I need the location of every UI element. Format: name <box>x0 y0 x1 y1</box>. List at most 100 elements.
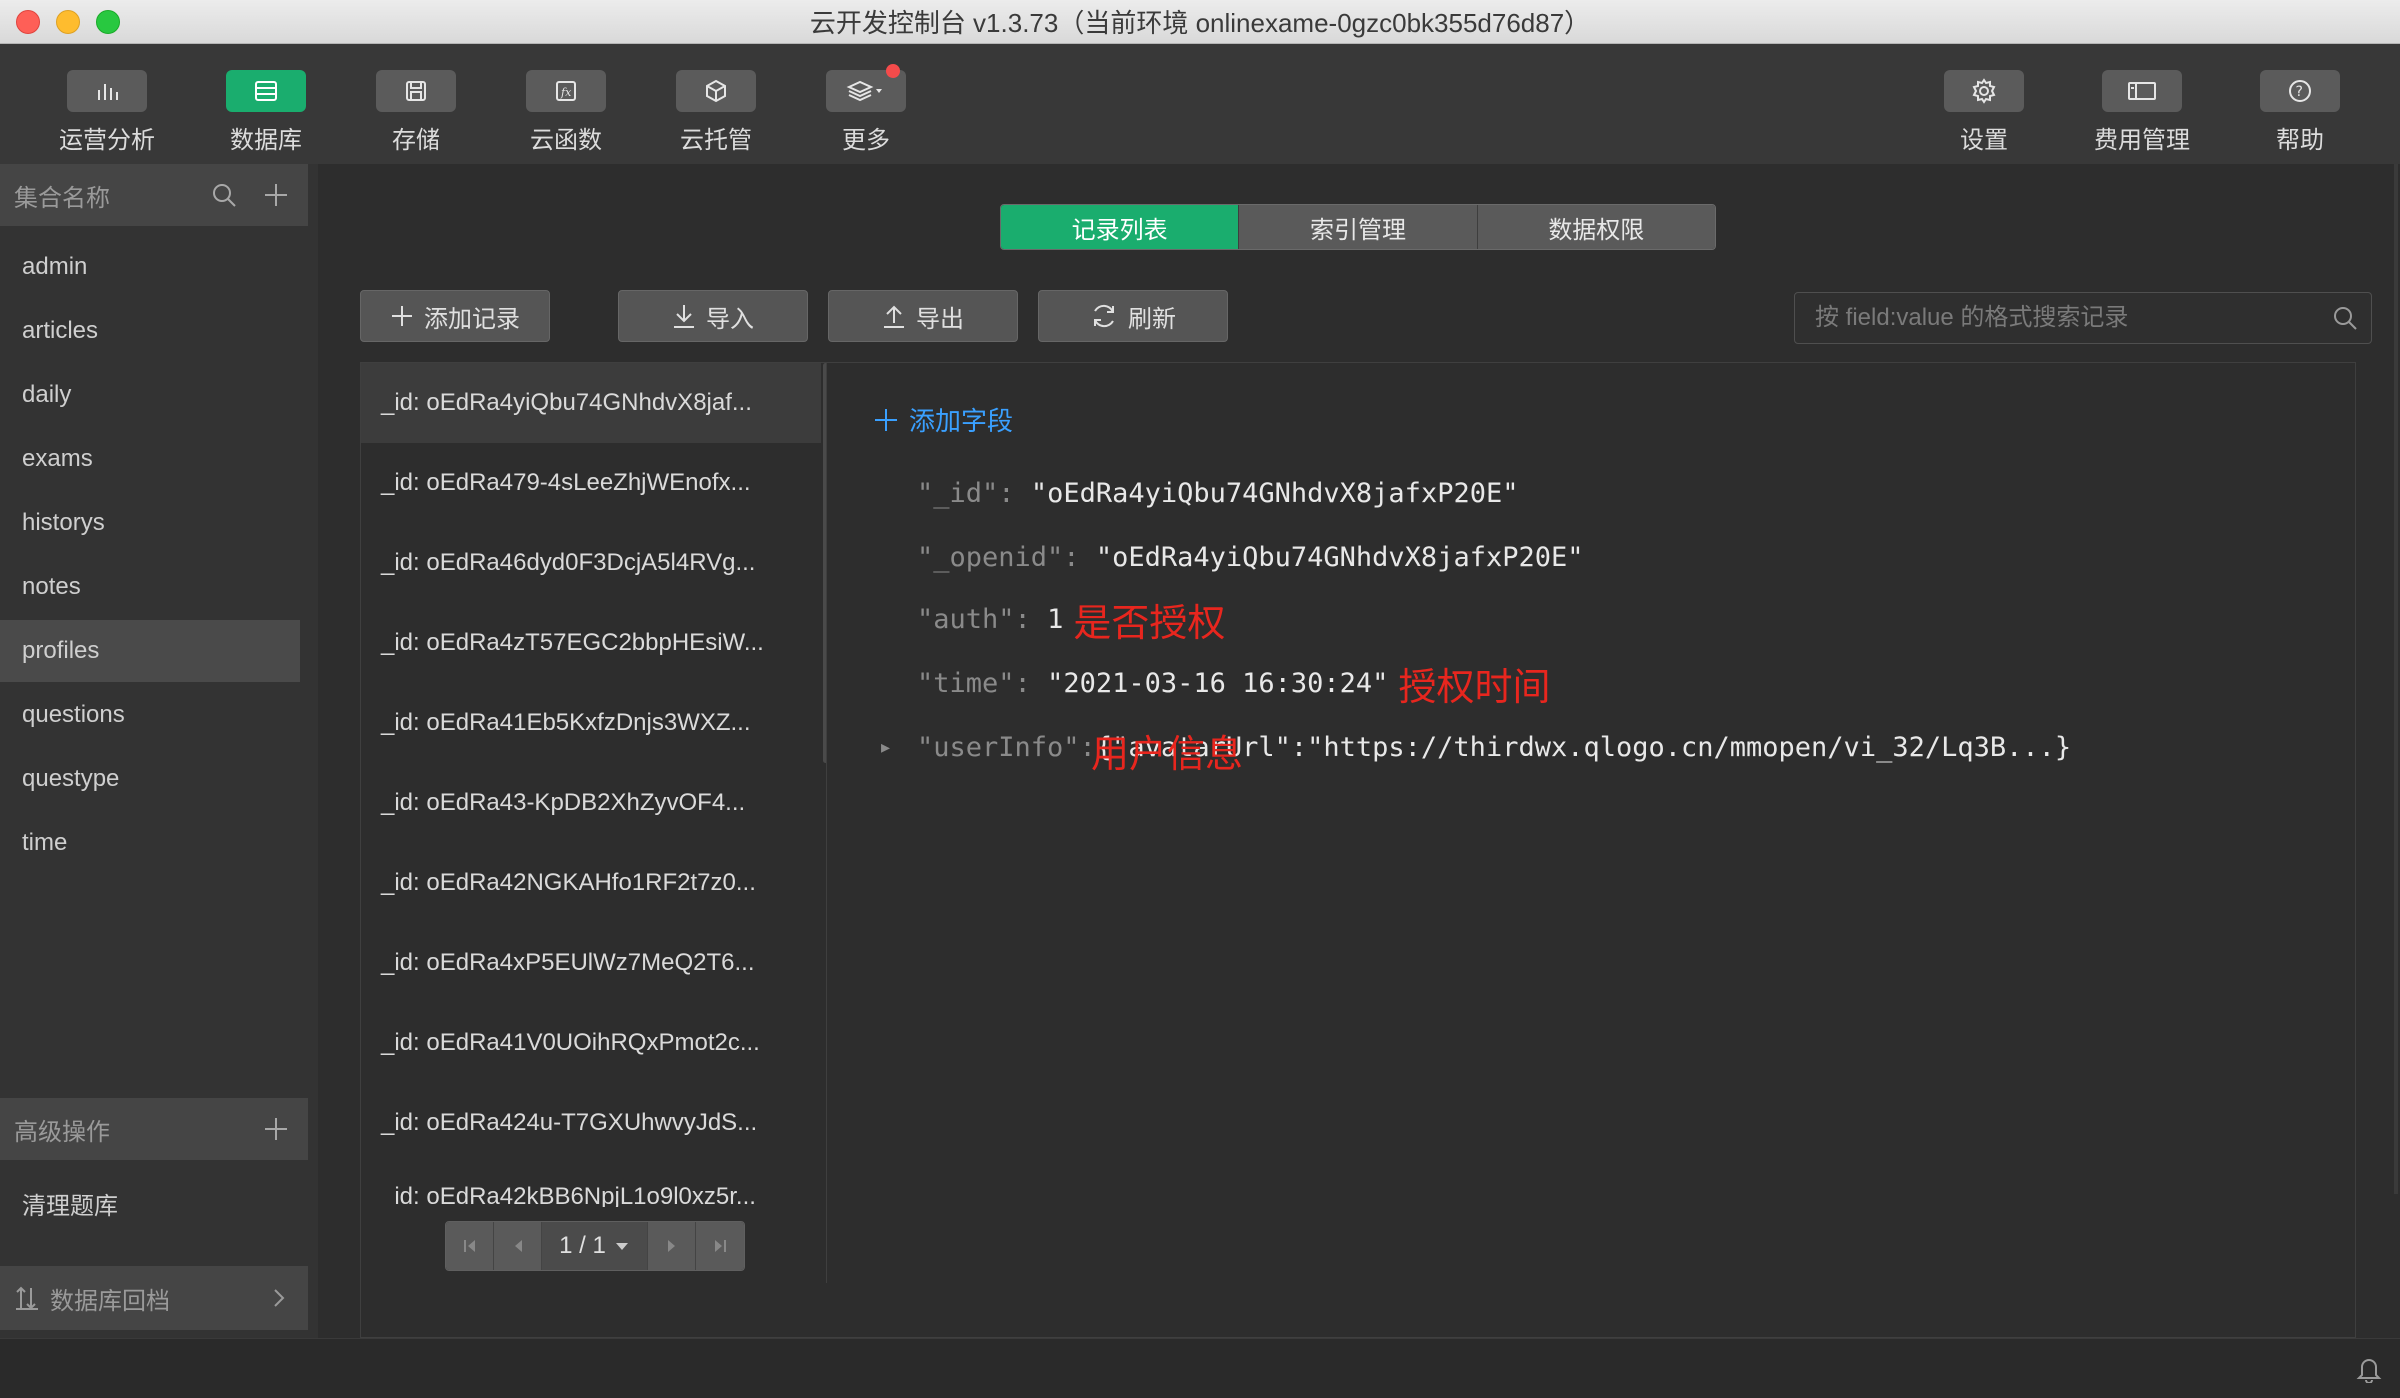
collection-item-questype[interactable]: questype <box>0 748 300 810</box>
last-page-button[interactable] <box>696 1222 744 1270</box>
collection-item-profiles[interactable]: profiles <box>0 620 300 682</box>
advanced-header: 高级操作 <box>0 1098 308 1160</box>
import-button[interactable]: 导入 <box>618 290 808 342</box>
main-scrollbar[interactable] <box>2394 164 2398 1194</box>
export-button[interactable]: 导出 <box>828 290 1018 342</box>
search-icon[interactable] <box>204 175 244 215</box>
collection-item-exams[interactable]: exams <box>0 428 300 490</box>
record-item[interactable]: _id: oEdRa424u-T7GXUhwvyJdS... <box>361 1083 821 1163</box>
collection-header: 集合名称 <box>0 164 308 226</box>
toolbar-label: 云函数 <box>530 127 602 154</box>
tab-data-permissions[interactable]: 数据权限 <box>1476 205 1715 249</box>
collection-item-historys[interactable]: historys <box>0 492 300 554</box>
add-record-button[interactable]: 添加记录 <box>360 290 550 342</box>
gear-icon <box>1944 70 2024 112</box>
collection-item-articles[interactable]: articles <box>0 300 300 362</box>
add-field-label: 添加字段 <box>909 406 1014 436</box>
field-annotation: 用户信息 <box>1091 734 1244 776</box>
toolbar-cloud-hosting[interactable]: 云托管 <box>666 70 766 160</box>
collection-item-questions[interactable]: questions <box>0 684 300 746</box>
first-page-button[interactable] <box>446 1222 494 1270</box>
field-value: "2021-03-16 16:30:24" <box>1047 667 1389 699</box>
record-item[interactable]: _id: oEdRa4xP5EUlWz7MeQ2T6... <box>361 923 821 1003</box>
collection-item-admin[interactable]: admin <box>0 236 300 298</box>
refresh-button[interactable]: 刷新 <box>1038 290 1228 342</box>
record-item[interactable]: _id: oEdRa46dyd0F3DcjA5l4RVg... <box>361 523 821 603</box>
field-key: "userInfo": <box>917 731 1096 763</box>
next-page-button[interactable] <box>648 1222 696 1270</box>
toolbar-cloud-function[interactable]: fx 云函数 <box>516 70 616 160</box>
maximize-window-button[interactable] <box>96 10 120 34</box>
toolbar-storage[interactable]: 存储 <box>366 70 466 160</box>
field-value: "oEdRa4yiQbu74GNhdvX8jafxP20E" <box>1030 477 1519 509</box>
field-annotation: 是否授权 <box>1073 602 1226 645</box>
upload-icon <box>884 305 904 328</box>
record-item[interactable]: _id: oEdRa4zT57EGC2bbpHEsiW... <box>361 603 821 683</box>
field-row-id[interactable]: "_id": "oEdRa4yiQbu74GNhdvX8jafxP20E" <box>917 473 1518 513</box>
cube-icon <box>676 70 756 112</box>
record-item[interactable]: _id: oEdRa42NGKAHfo1RF2t7z0... <box>361 843 821 923</box>
field-value: 1 <box>1047 603 1064 635</box>
toolbar-database[interactable]: 数据库 <box>216 70 316 160</box>
chevron-down-icon <box>615 1243 628 1250</box>
toolbar-label: 设置 <box>1960 127 2008 154</box>
add-field-button[interactable]: 添加字段 <box>873 401 1013 438</box>
function-icon: fx <box>526 70 606 112</box>
record-item[interactable]: _id: oEdRa4yiQbu74GNhdvX8jaf... <box>361 363 821 443</box>
chevron-right-icon <box>272 1286 286 1310</box>
page-indicator: 1 / 1 <box>559 1232 606 1259</box>
field-row-auth[interactable]: "auth": 1 是否授权 <box>917 599 1225 645</box>
page-selector[interactable]: 1 / 1 <box>542 1222 648 1270</box>
field-row-openid[interactable]: "_openid": "oEdRa4yiQbu74GNhdvX8jafxP20E… <box>917 537 1584 577</box>
collection-item-notes[interactable]: notes <box>0 556 300 618</box>
bar-chart-icon <box>67 70 147 112</box>
database-rollback-button[interactable]: 数据库回档 <box>0 1266 308 1330</box>
svg-text:fx: fx <box>560 86 572 99</box>
export-label: 导出 <box>916 305 964 333</box>
close-window-button[interactable] <box>16 10 40 34</box>
search-input[interactable] <box>1815 304 2319 332</box>
record-item[interactable]: _id: oEdRa41V0UOihRQxPmot2c... <box>361 1003 821 1083</box>
toolbar-more[interactable]: 更多 <box>816 64 916 160</box>
toolbar-settings[interactable]: 设置 <box>1934 70 2034 160</box>
record-item[interactable]: _id: oEdRa43-KpDB2XhZyvOF4... <box>361 763 821 843</box>
toolbar-label: 存储 <box>392 127 440 154</box>
search-icon[interactable] <box>2319 304 2371 332</box>
expand-arrow-icon[interactable]: ▸ <box>881 727 901 767</box>
plus-icon <box>875 408 897 431</box>
bell-icon[interactable] <box>2356 1355 2382 1388</box>
field-value: "oEdRa4yiQbu74GNhdvX8jafxP20E" <box>1095 541 1584 573</box>
advanced-item-clean-question-bank[interactable]: 清理题库 <box>0 1172 300 1234</box>
storage-icon <box>376 70 456 112</box>
pagination: 1 / 1 <box>445 1221 745 1271</box>
advanced-header-label: 高级操作 <box>14 1118 110 1146</box>
record-list: _id: oEdRa4yiQbu74GNhdvX8jaf... _id: oEd… <box>361 363 827 1283</box>
first-page-icon <box>463 1240 475 1252</box>
add-operation-icon[interactable] <box>256 1109 296 1149</box>
database-rollback-label: 数据库回档 <box>50 1287 170 1315</box>
tab-record-list[interactable]: 记录列表 <box>1001 205 1239 249</box>
toolbar-help[interactable]: ? 帮助 <box>2250 70 2350 160</box>
add-collection-icon[interactable] <box>256 175 296 215</box>
record-item[interactable]: _id: oEdRa42kBB6NpjL1o9l0xz5r... <box>361 1163 821 1207</box>
prev-page-button[interactable] <box>494 1222 542 1270</box>
field-row-time[interactable]: "time": "2021-03-16 16:30:24" 授权时间 <box>917 663 1550 709</box>
record-item[interactable]: _id: oEdRa479-4sLeeZhjWEnofx... <box>361 443 821 523</box>
tab-index-management[interactable]: 索引管理 <box>1238 205 1477 249</box>
collection-item-daily[interactable]: daily <box>0 364 300 426</box>
record-item[interactable]: _id: oEdRa41Eb5KxfzDnjs3WXZ... <box>361 683 821 763</box>
field-annotation: 授权时间 <box>1398 666 1551 709</box>
toolbar-billing[interactable]: 费用管理 <box>2092 70 2192 160</box>
toolbar-label: 云托管 <box>680 127 752 154</box>
field-key: "_id": <box>917 477 1015 509</box>
minimize-window-button[interactable] <box>56 10 80 34</box>
field-key: "time": <box>917 667 1031 699</box>
main-toolbar: 运营分析 数据库 存储 fx 云函数 云托管 更多 设置 费用管理 ? 帮助 <box>0 44 2400 164</box>
next-page-icon <box>667 1240 675 1252</box>
refresh-icon <box>1094 304 1114 328</box>
toolbar-label: 费用管理 <box>2094 127 2190 154</box>
window-title: 云开发控制台 v1.3.73（当前环境 onlinexame-0gzc0bk35… <box>809 8 1591 38</box>
collection-item-time[interactable]: time <box>0 812 300 874</box>
layers-icon <box>826 64 906 112</box>
toolbar-ops-analysis[interactable]: 运营分析 <box>57 70 157 160</box>
